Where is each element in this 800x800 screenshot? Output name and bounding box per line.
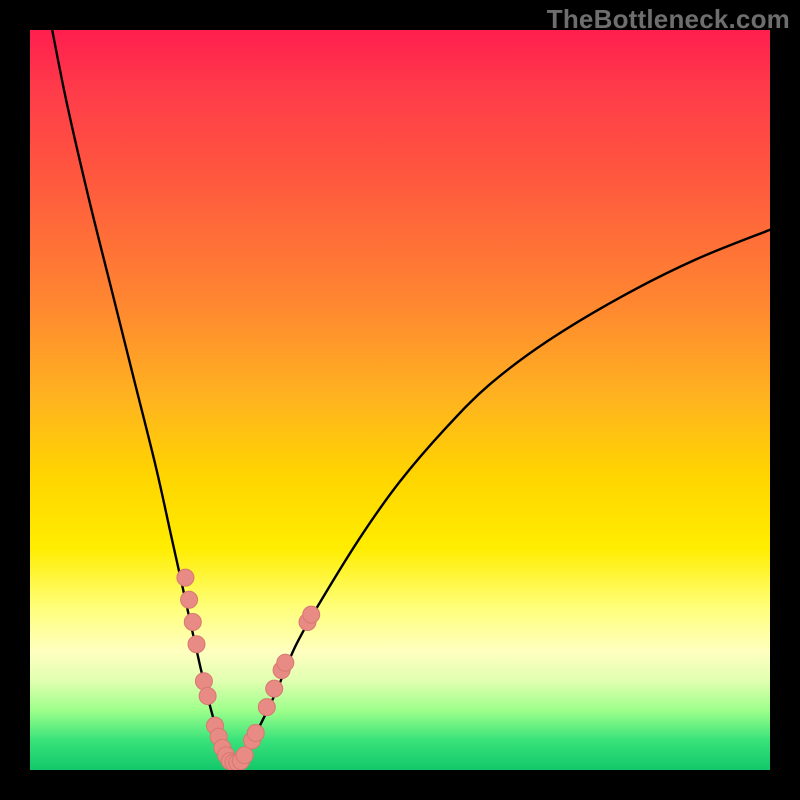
marker-layer	[177, 569, 320, 770]
curve-marker	[303, 606, 320, 623]
curve-svg	[30, 30, 770, 770]
curve-marker	[199, 688, 216, 705]
bottleneck-curve	[52, 30, 770, 765]
curve-marker	[195, 673, 212, 690]
curve-marker	[266, 680, 283, 697]
chart-stage: TheBottleneck.com	[0, 0, 800, 800]
curve-marker	[188, 636, 205, 653]
curve-marker	[181, 591, 198, 608]
curve-marker	[177, 569, 194, 586]
curve-marker	[247, 725, 264, 742]
curve-marker	[258, 699, 275, 716]
curve-marker	[277, 654, 294, 671]
curve-marker	[184, 614, 201, 631]
plot-area	[30, 30, 770, 770]
